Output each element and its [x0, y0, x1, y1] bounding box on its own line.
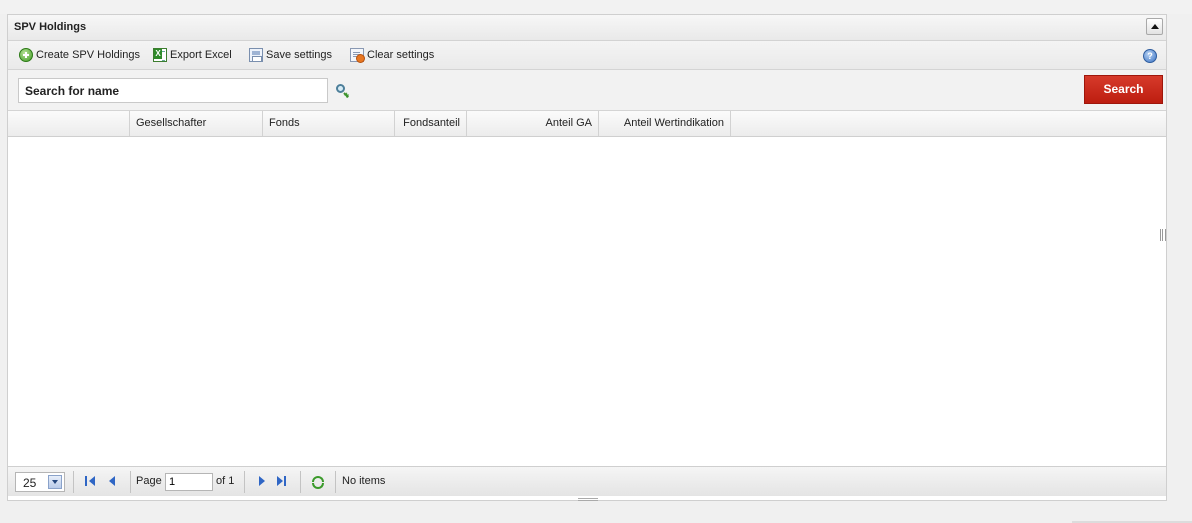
collapse-icon — [1151, 24, 1159, 29]
clear-label: Clear settings — [367, 49, 435, 61]
export-label: Export Excel — [170, 49, 232, 61]
column-header-fondsanteil[interactable]: Fondsanteil — [395, 111, 467, 136]
save-settings-button[interactable]: Save settings — [249, 47, 332, 63]
page-size-value: 25 — [23, 476, 37, 490]
help-icon[interactable]: ? — [1143, 49, 1157, 63]
panel-title: SPV Holdings — [14, 21, 87, 33]
grid-body — [8, 137, 1166, 466]
bottom-strip — [0, 501, 1192, 523]
top-strip — [0, 0, 1192, 14]
clear-settings-icon — [350, 48, 365, 63]
column-resize-grip[interactable] — [1160, 229, 1166, 241]
page-number-input[interactable] — [165, 473, 213, 491]
next-page-icon[interactable] — [257, 475, 269, 487]
toolbar: Create SPV Holdings Export Excel Save se… — [8, 41, 1166, 70]
column-header-anteil-wertindikation[interactable]: Anteil Wertindikation — [599, 111, 731, 136]
magnify-plus-icon[interactable]: + — [336, 84, 350, 100]
pager: 25 Page of 1 No items — [8, 466, 1166, 496]
column-header-anteil-ga[interactable]: Anteil GA — [467, 111, 599, 136]
create-label: Create SPV Holdings — [36, 49, 140, 61]
prev-page-icon[interactable] — [107, 475, 119, 487]
column-header-fonds[interactable]: Fonds — [263, 111, 395, 136]
search-row: + Search — [8, 70, 1166, 111]
chevron-down-icon — [48, 475, 62, 489]
pager-separator — [73, 471, 74, 493]
pager-separator — [244, 471, 245, 493]
search-input[interactable] — [18, 78, 328, 103]
pager-separator — [130, 471, 131, 493]
save-label: Save settings — [266, 49, 333, 61]
column-header-select[interactable] — [8, 111, 130, 136]
last-page-icon[interactable] — [276, 475, 288, 487]
panel-header: SPV Holdings — [8, 15, 1166, 41]
pager-status: No items — [342, 475, 386, 487]
excel-icon — [153, 48, 167, 62]
page-count: of 1 — [216, 475, 235, 487]
grid-header: Gesellschafter Fonds Fondsanteil Anteil … — [8, 111, 1166, 137]
plus-circle-icon — [19, 48, 33, 62]
spv-holdings-panel: SPV Holdings Create SPV Holdings Export … — [7, 14, 1167, 501]
page-size-select[interactable]: 25 — [15, 472, 65, 492]
search-button[interactable]: Search — [1084, 75, 1163, 104]
clear-settings-button[interactable]: Clear settings — [350, 47, 434, 63]
collapse-button[interactable] — [1146, 18, 1163, 35]
first-page-icon[interactable] — [85, 475, 97, 487]
save-settings-icon — [249, 48, 263, 62]
pager-separator — [300, 471, 301, 493]
refresh-icon[interactable] — [310, 474, 326, 490]
column-header-gesellschafter[interactable]: Gesellschafter — [130, 111, 263, 136]
page-label: Page — [136, 475, 162, 487]
create-spv-holdings-button[interactable]: Create SPV Holdings — [19, 47, 140, 63]
export-excel-button[interactable]: Export Excel — [153, 47, 232, 63]
pager-separator — [335, 471, 336, 493]
